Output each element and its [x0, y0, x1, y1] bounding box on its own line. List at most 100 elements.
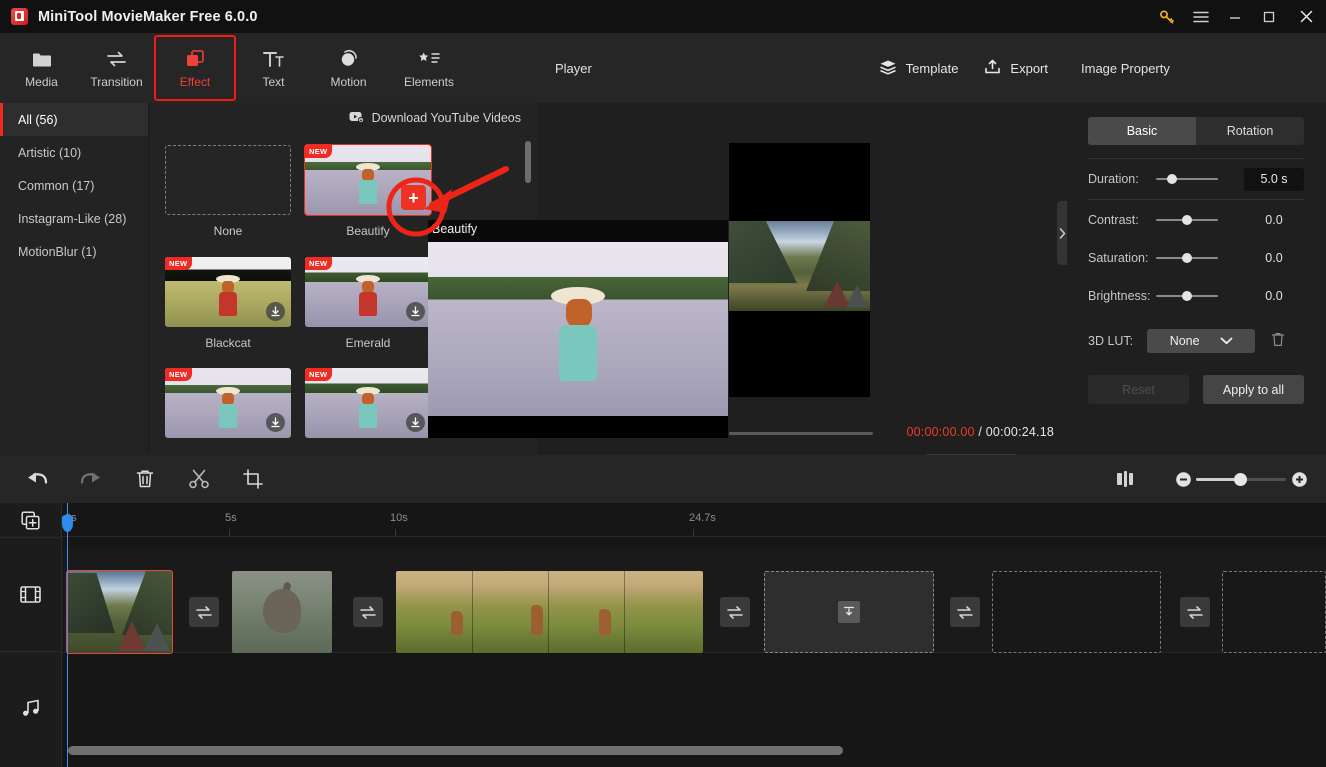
tab-transition[interactable]: Transition — [79, 37, 154, 99]
title-bar: MiniTool MovieMaker Free 6.0.0 — [0, 0, 1326, 33]
time-separator: / — [978, 425, 983, 439]
download-icon[interactable] — [406, 301, 425, 321]
key-icon[interactable] — [1150, 0, 1184, 33]
ruler-tick-3: 24.7s — [689, 512, 716, 524]
contrast-slider[interactable] — [1156, 212, 1218, 228]
zoom-slider-knob[interactable] — [1234, 473, 1247, 486]
table-row[interactable] — [66, 570, 173, 654]
add-effect-button[interactable]: + — [401, 185, 426, 210]
image-property-title: Image Property — [1066, 33, 1326, 103]
tab-effect[interactable]: Effect — [154, 35, 236, 101]
table-row[interactable] — [396, 571, 703, 653]
transition-marker[interactable] — [189, 597, 219, 627]
table-row[interactable] — [1222, 571, 1326, 653]
text-icon — [262, 48, 285, 68]
tab-motion[interactable]: Motion — [311, 37, 386, 99]
video-preview[interactable] — [729, 143, 870, 397]
effect-thumb-blackcat[interactable]: NEW — [165, 256, 291, 327]
minimize-icon[interactable] — [1218, 0, 1252, 33]
effect-cell-row3-a[interactable]: NEW — [165, 368, 291, 454]
brightness-slider-knob[interactable] — [1182, 291, 1192, 301]
duration-slider-knob[interactable] — [1167, 174, 1177, 184]
category-all[interactable]: All (56) — [0, 103, 148, 136]
table-row[interactable] — [764, 571, 934, 653]
download-icon[interactable] — [838, 601, 860, 623]
category-motionblur[interactable]: MotionBlur (1) — [0, 235, 148, 268]
split-icon[interactable] — [172, 455, 226, 503]
zoom-in-icon[interactable] — [1286, 464, 1312, 494]
menu-icon[interactable] — [1184, 0, 1218, 33]
effect-cell-row3-b[interactable]: NEW — [305, 368, 431, 454]
transition-marker[interactable] — [353, 597, 383, 627]
effect-thumb-none[interactable] — [165, 145, 291, 215]
template-button[interactable]: Template — [879, 59, 958, 78]
reset-button[interactable]: Reset — [1088, 375, 1189, 404]
category-artistic[interactable]: Artistic (10) — [0, 136, 148, 169]
scrollbar-thumb[interactable] — [525, 141, 531, 183]
lut-select[interactable]: None — [1147, 329, 1256, 353]
maximize-icon[interactable] — [1252, 0, 1286, 33]
total-time: 00:00:24.18 — [985, 425, 1054, 439]
effect-thumb-emerald[interactable]: NEW — [305, 256, 431, 327]
transition-marker[interactable] — [1180, 597, 1210, 627]
transition-marker[interactable] — [950, 597, 980, 627]
tab-rotation-label: Rotation — [1226, 124, 1274, 138]
apply-to-all-button[interactable]: Apply to all — [1203, 375, 1304, 404]
tab-basic[interactable]: Basic — [1088, 117, 1196, 145]
crop-icon[interactable] — [226, 455, 280, 503]
duration-row: Duration: 5.0 s — [1088, 160, 1304, 198]
audio-track-icon[interactable] — [0, 652, 61, 764]
brightness-slider[interactable] — [1156, 288, 1218, 304]
tab-elements[interactable]: Elements — [386, 37, 472, 99]
video-track-icon[interactable] — [0, 537, 61, 652]
effect-thumb-row3-b[interactable]: NEW — [305, 368, 431, 439]
duration-value[interactable]: 5.0 s — [1244, 167, 1304, 191]
add-media-icon[interactable] — [0, 503, 61, 537]
delete-icon[interactable] — [118, 455, 172, 503]
contrast-row: Contrast: 0.0 — [1088, 201, 1304, 239]
clip-thumbnail-mountain — [67, 571, 172, 653]
audio-track[interactable] — [62, 654, 1326, 754]
panel-collapse-handle[interactable] — [1057, 201, 1067, 265]
effect-thumb-row3-a[interactable]: NEW — [165, 368, 291, 439]
playhead-handle[interactable] — [62, 515, 73, 532]
tab-rotation[interactable]: Rotation — [1196, 117, 1304, 145]
saturation-slider[interactable] — [1156, 250, 1218, 266]
timeline-ruler[interactable]: 0s 5s 10s 24.7s — [62, 503, 1326, 537]
close-icon[interactable] — [1286, 0, 1326, 33]
effect-thumb-beautify[interactable]: NEW + — [304, 144, 432, 216]
zoom-out-icon[interactable] — [1170, 464, 1196, 494]
effect-cell-emerald[interactable]: NEW Emerald — [305, 256, 431, 368]
category-instagram-like[interactable]: Instagram-Like (28) — [0, 202, 148, 235]
export-button[interactable]: Export — [984, 59, 1048, 78]
tab-elements-label: Elements — [403, 74, 455, 89]
playhead[interactable] — [62, 503, 73, 767]
effect-cell-beautify[interactable]: NEW + Beautify — [304, 144, 432, 256]
category-motionblur-label: MotionBlur (1) — [18, 244, 97, 259]
delete-lut-icon[interactable] — [1271, 332, 1285, 350]
effect-cell-blackcat[interactable]: NEW Blackcat — [165, 256, 291, 368]
timeline-horizontal-scrollbar[interactable] — [68, 746, 843, 755]
download-youtube-videos-button[interactable]: Download YouTube Videos — [349, 111, 521, 126]
export-icon — [984, 59, 1001, 78]
effect-preview-person — [215, 386, 241, 429]
saturation-slider-knob[interactable] — [1182, 253, 1192, 263]
effect-cell-none[interactable]: None — [165, 145, 291, 256]
main-tab-strip: Media Transition Effect Text Motion Elem… — [0, 33, 537, 103]
split-view-icon[interactable] — [1098, 455, 1152, 503]
contrast-slider-knob[interactable] — [1182, 215, 1192, 225]
tab-media[interactable]: Media — [4, 37, 79, 99]
download-icon[interactable] — [266, 301, 285, 321]
template-icon — [879, 59, 897, 78]
duration-slider[interactable] — [1156, 171, 1218, 187]
undo-icon[interactable] — [10, 455, 64, 503]
table-row[interactable] — [232, 571, 332, 653]
table-row[interactable] — [992, 571, 1161, 653]
tab-effect-label: Effect — [179, 74, 211, 89]
category-common[interactable]: Common (17) — [0, 169, 148, 202]
video-track[interactable] — [62, 549, 1326, 654]
transition-marker[interactable] — [720, 597, 750, 627]
zoom-slider[interactable] — [1196, 471, 1286, 487]
tab-text[interactable]: Text — [236, 37, 311, 99]
progress-bar[interactable] — [729, 432, 873, 435]
